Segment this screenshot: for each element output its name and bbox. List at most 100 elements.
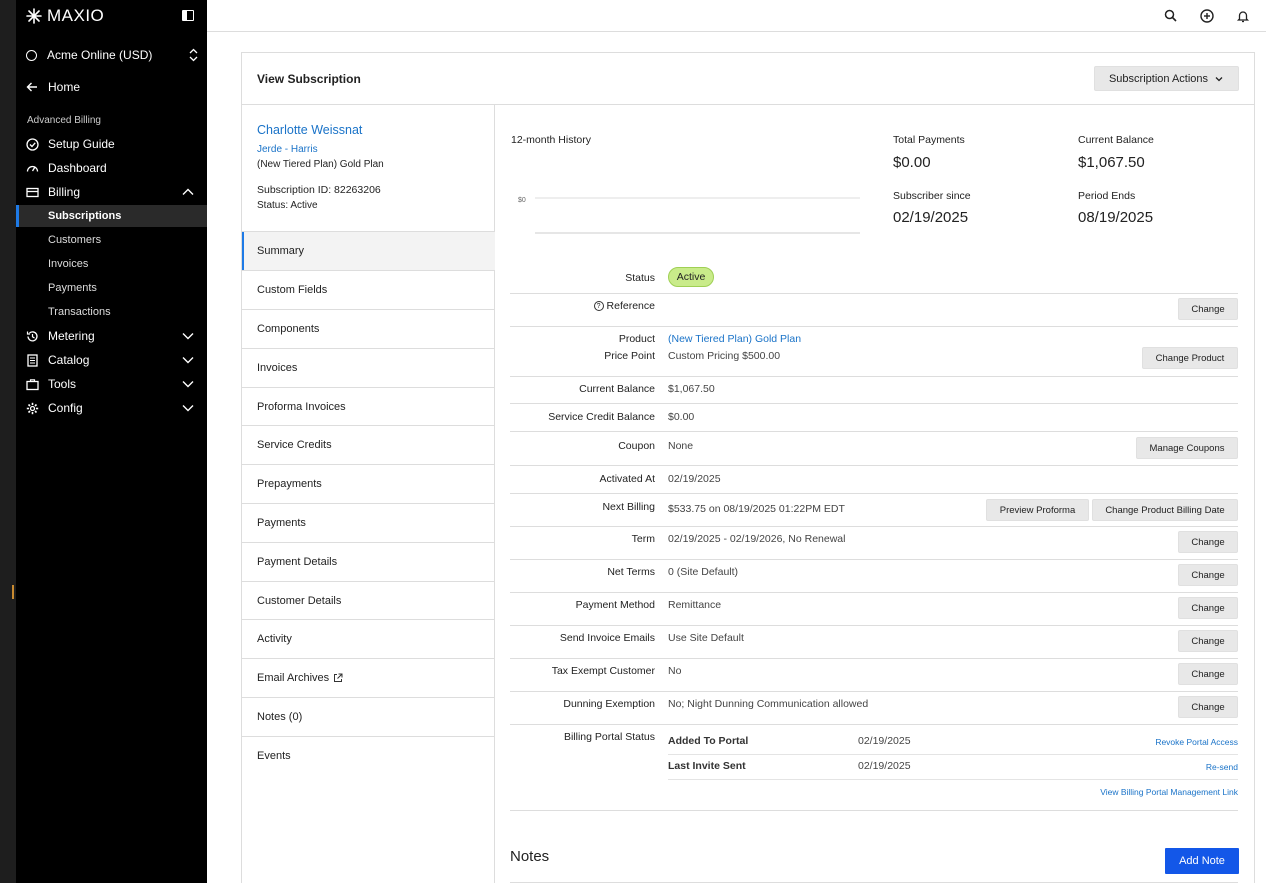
sub-label: Subscriptions	[48, 210, 122, 222]
sidebar-item-catalog[interactable]: Catalog	[16, 349, 207, 371]
org-circle-icon	[26, 49, 37, 61]
sidebar-sub-transactions[interactable]: Transactions	[16, 301, 207, 323]
chart-axis-label: $0	[518, 197, 526, 204]
tab-payments[interactable]: Payments	[242, 503, 495, 542]
change-reference-button[interactable]: Change	[1178, 298, 1238, 320]
current-balance-stat-value: $1,067.50	[1078, 154, 1145, 171]
product-link[interactable]: (New Tiered Plan) Gold Plan	[668, 333, 801, 345]
brand-logo[interactable]: MAXIO	[26, 6, 104, 26]
change-term-button[interactable]: Change	[1178, 531, 1238, 553]
row-divider	[510, 625, 1238, 626]
sidebar-sub-subscriptions[interactable]: Subscriptions	[16, 205, 207, 227]
sidebar-collapse-icon[interactable]	[182, 10, 194, 21]
manage-coupons-button[interactable]: Manage Coupons	[1136, 437, 1238, 459]
service-credit-label: Service Credit Balance	[548, 411, 655, 423]
arrow-left-icon	[26, 82, 37, 92]
tab-invoices[interactable]: Invoices	[242, 348, 495, 387]
gear-icon	[26, 402, 39, 415]
customer-company-link[interactable]: Jerde - Harris	[257, 144, 318, 155]
change-dunning-button[interactable]: Change	[1178, 696, 1238, 718]
tab-label: Custom Fields	[257, 284, 328, 296]
tab-events[interactable]: Events	[242, 736, 495, 775]
top-bar	[207, 0, 1266, 32]
sidebar-item-label: Tools	[48, 377, 77, 391]
gauge-icon	[26, 162, 39, 175]
total-payments-value: $0.00	[893, 154, 931, 171]
sidebar-sub-invoices[interactable]: Invoices	[16, 253, 207, 275]
added-to-portal-label: Added To Portal	[668, 735, 749, 747]
question-circle-icon[interactable]: ?	[593, 301, 604, 312]
send-invoice-emails-value: Use Site Default	[668, 632, 744, 644]
subscription-id: Subscription ID: 82263206	[257, 184, 381, 196]
row-divider	[510, 724, 1238, 725]
row-divider	[510, 293, 1238, 294]
term-value: 02/19/2025 - 02/19/2026, No Renewal	[668, 533, 846, 545]
tab-label: Payment Details	[257, 556, 338, 568]
briefcase-icon	[26, 378, 39, 391]
tab-email-archives[interactable]: Email Archives	[242, 658, 495, 697]
sidebar-item-label: Billing	[48, 185, 81, 199]
tab-custom-fields[interactable]: Custom Fields	[242, 270, 495, 309]
change-product-button[interactable]: Change Product	[1142, 347, 1238, 369]
total-payments-label: Total Payments	[893, 134, 965, 146]
send-invoice-emails-label: Send Invoice Emails	[559, 632, 655, 644]
tax-exempt-value: No	[668, 665, 682, 677]
change-tax-exempt-button[interactable]: Change	[1178, 663, 1238, 685]
tab-prepayments[interactable]: Prepayments	[242, 464, 495, 503]
chevron-updown-icon	[189, 48, 198, 62]
net-terms-value: 0 (Site Default)	[668, 566, 739, 578]
subscription-actions-button[interactable]: Subscription Actions	[1094, 66, 1239, 91]
page-title: View Subscription	[257, 72, 361, 86]
external-link-icon	[334, 673, 343, 682]
payment-method-label: Payment Method	[575, 599, 655, 611]
chevron-down-icon	[182, 357, 194, 364]
resend-invite-link[interactable]: Re-send	[1206, 762, 1238, 772]
tab-summary[interactable]: Summary	[242, 231, 495, 270]
sub-label: Transactions	[48, 306, 111, 318]
tab-notes[interactable]: Notes (0)	[242, 697, 495, 736]
customer-name-link[interactable]: Charlotte Weissnat	[257, 123, 362, 137]
subscription-nav: Summary Custom Fields Components Invoice…	[242, 105, 495, 883]
add-circle-icon[interactable]	[1199, 8, 1215, 24]
org-switcher[interactable]: Acme Online (USD)	[26, 46, 198, 64]
sidebar-item-setup-guide[interactable]: Setup Guide	[16, 133, 207, 155]
sidebar-item-billing[interactable]: Billing	[16, 181, 207, 203]
tab-service-credits[interactable]: Service Credits	[242, 425, 495, 464]
row-divider	[510, 403, 1238, 404]
sub-label: Payments	[48, 282, 97, 294]
sidebar-sub-payments[interactable]: Payments	[16, 277, 207, 299]
dunning-exemption-value: No; Night Dunning Communication allowed	[668, 698, 869, 710]
sidebar-item-metering[interactable]: Metering	[16, 325, 207, 347]
tab-customer-details[interactable]: Customer Details	[242, 581, 495, 620]
revoke-portal-link[interactable]: Revoke Portal Access	[1155, 737, 1238, 747]
add-note-button[interactable]: Add Note	[1165, 848, 1239, 874]
bell-icon[interactable]	[1235, 8, 1251, 24]
change-invoice-emails-button[interactable]: Change	[1178, 630, 1238, 652]
sidebar-item-tools[interactable]: Tools	[16, 373, 207, 395]
sidebar-item-config[interactable]: Config	[16, 397, 207, 419]
home-link[interactable]: Home	[26, 78, 80, 96]
tab-components[interactable]: Components	[242, 309, 495, 348]
current-balance-label: Current Balance	[579, 383, 655, 395]
row-divider	[510, 526, 1238, 527]
reference-label-row: ? Reference	[510, 300, 655, 312]
tab-label: Service Credits	[257, 439, 332, 451]
change-billing-date-button[interactable]: Change Product Billing Date	[1092, 499, 1238, 521]
change-payment-method-button[interactable]: Change	[1178, 597, 1238, 619]
change-net-terms-button[interactable]: Change	[1178, 564, 1238, 586]
tab-payment-details[interactable]: Payment Details	[242, 542, 495, 581]
tab-proforma-invoices[interactable]: Proforma Invoices	[242, 387, 495, 426]
preview-proforma-button[interactable]: Preview Proforma	[986, 499, 1089, 521]
sidebar-item-label: Config	[48, 401, 83, 415]
term-label: Term	[631, 533, 655, 545]
view-portal-management-link[interactable]: View Billing Portal Management Link	[1100, 787, 1238, 797]
sidebar-item-label: Dashboard	[48, 161, 107, 175]
sidebar-item-dashboard[interactable]: Dashboard	[16, 157, 207, 179]
chevron-down-icon	[182, 381, 194, 388]
customer-plan: (New Tiered Plan) Gold Plan	[257, 159, 384, 170]
sidebar-sub-customers[interactable]: Customers	[16, 229, 207, 251]
search-icon[interactable]	[1163, 8, 1179, 24]
brand-name: MAXIO	[47, 6, 105, 25]
tab-activity[interactable]: Activity	[242, 619, 495, 658]
org-label: Acme Online (USD)	[47, 48, 153, 62]
